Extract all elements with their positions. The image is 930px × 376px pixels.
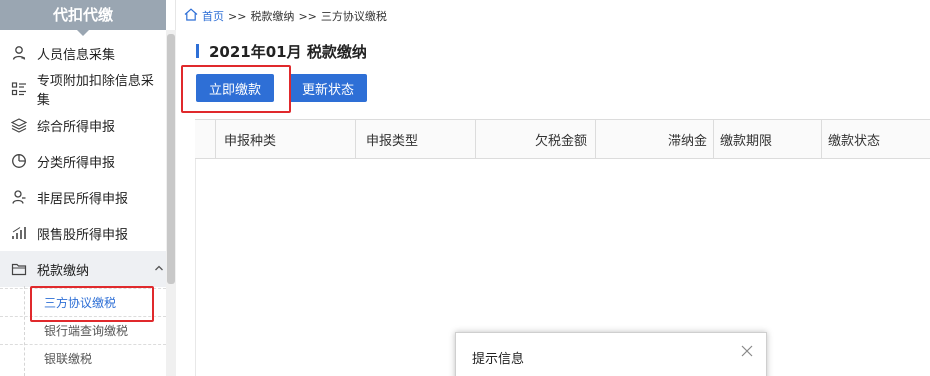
layers-icon	[10, 116, 28, 134]
column-header-late-fee: 滞纳金	[595, 120, 713, 158]
sidebar-item-comprehensive-income[interactable]: 综合所得申报	[0, 107, 166, 143]
chevron-up-icon	[154, 262, 164, 277]
bar-chart-icon	[10, 224, 28, 242]
close-icon[interactable]	[740, 344, 754, 358]
sidebar-item-label: 人员信息采集	[37, 47, 116, 63]
breadcrumb-separator: >>	[298, 9, 317, 23]
sidebar-item-classified-income[interactable]: 分类所得申报	[0, 143, 166, 179]
refresh-status-button[interactable]: 更新状态	[289, 74, 367, 102]
sidebar-item-label: 专项附加扣除信息采集	[36, 74, 154, 108]
sidebar-scrollbar-thumb[interactable]	[167, 34, 175, 284]
sidebar-subitem-unionpay-payment[interactable]: 银联缴税	[0, 344, 166, 372]
sidebar-item-label: 非居民所得申报	[37, 191, 129, 207]
prompt-dialog: 提示信息	[455, 332, 767, 376]
sidebar-item-label: 综合所得申报	[37, 119, 116, 135]
breadcrumb-level2[interactable]: 税款缴纳	[250, 8, 294, 24]
title-accent-bar	[196, 44, 199, 58]
sidebar-item-special-deduction[interactable]: 专项附加扣除信息采集	[0, 71, 166, 108]
column-header-tax-arrears: 欠税金额	[475, 120, 595, 158]
sidebar-item-label: 税款缴纳	[37, 263, 90, 279]
page-title: 2021年01月 税款缴纳	[209, 42, 367, 61]
person-outline-icon	[10, 188, 28, 206]
list-icon	[10, 80, 28, 98]
sidebar-item-label: 分类所得申报	[37, 155, 116, 171]
breadcrumb-current: 三方协议缴税	[320, 10, 387, 23]
breadcrumb-separator: >>	[228, 9, 247, 23]
page-title-bar: 2021年01月 税款缴纳	[196, 42, 367, 61]
breadcrumb-home-link[interactable]: 首页	[202, 8, 224, 24]
person-icon	[10, 44, 28, 62]
payment-table-header: 申报种类 申报类型 欠税金额 滞纳金 缴款期限 缴款状态	[195, 119, 930, 159]
column-header-payment-deadline: 缴款期限	[713, 120, 821, 158]
breadcrumb: 首页 >> 税款缴纳 >> 三方协议缴税	[184, 7, 387, 25]
sidebar-item-tax-payment[interactable]: 税款缴纳	[0, 251, 166, 287]
column-header-declaration-type: 申报类型	[355, 120, 476, 158]
folder-icon	[10, 260, 28, 278]
sidebar-subitem-label: 银行端查询缴税	[44, 324, 129, 338]
dialog-title: 提示信息	[472, 352, 525, 367]
column-header-declaration-category: 申报种类	[215, 120, 364, 158]
sidebar-subitem-label: 银联缴税	[44, 352, 93, 366]
pie-chart-icon	[10, 152, 28, 170]
highlight-box-subitem	[30, 286, 154, 322]
column-header-payment-status: 缴款状态	[821, 120, 930, 158]
sidebar-item-restricted-shares[interactable]: 限售股所得申报	[0, 215, 166, 251]
home-icon[interactable]	[184, 8, 198, 24]
sidebar: 代扣代缴 人员信息采集 专项附加扣除信息采集 综合所得申报 分类所得申报 非居民…	[0, 0, 176, 376]
sidebar-item-nonresident-income[interactable]: 非居民所得申报	[0, 179, 166, 215]
sidebar-header: 代扣代缴	[0, 0, 166, 36]
sidebar-item-personnel-info[interactable]: 人员信息采集	[0, 35, 166, 71]
highlight-box-pay-button	[181, 65, 291, 113]
sidebar-item-label: 限售股所得申报	[37, 227, 129, 243]
